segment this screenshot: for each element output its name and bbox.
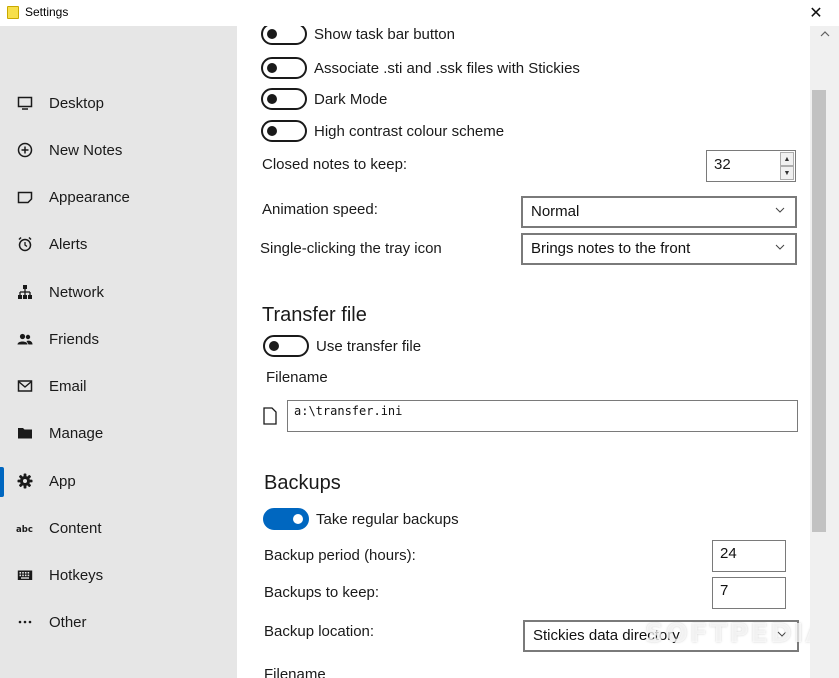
- selection-indicator: [0, 467, 4, 497]
- backup-filename-label: Filename: [264, 666, 326, 678]
- sidebar-item-label: Other: [49, 613, 87, 631]
- toggle-knob: [267, 63, 277, 73]
- chevron-down-icon: [777, 631, 787, 637]
- animation-speed-label: Animation speed:: [262, 201, 378, 218]
- backup-location-label: Backup location:: [264, 623, 375, 640]
- sidebar-item-label: Alerts: [49, 235, 88, 253]
- sidebar-item-label: Content: [49, 519, 102, 537]
- sidebar-item-hotkeys[interactable]: Hotkeys: [0, 555, 237, 595]
- sidebar-item-label: New Notes: [49, 141, 123, 159]
- sidebar-item-alerts[interactable]: Alerts: [0, 224, 237, 264]
- toggle-label: Show task bar button: [314, 26, 455, 43]
- scrollbar-thumb[interactable]: [812, 90, 826, 532]
- close-icon: ✕: [809, 5, 823, 22]
- chevron-down-icon: [775, 207, 785, 213]
- sidebar-item-label: App: [49, 472, 76, 490]
- tray-click-label: Single-clicking the tray icon: [260, 240, 442, 257]
- sidebar-item-label: Friends: [49, 330, 100, 348]
- chevron-down-icon: [775, 244, 785, 250]
- backup-period-label: Backup period (hours):: [264, 547, 416, 564]
- network-icon: [16, 283, 34, 301]
- sidebar-item-label: Network: [49, 283, 105, 301]
- sidebar-item-content[interactable]: abc Content: [0, 508, 237, 548]
- sidebar-item-desktop[interactable]: Desktop: [0, 83, 237, 123]
- sidebar-item-friends[interactable]: Friends: [0, 319, 237, 359]
- sidebar-item-label: Desktop: [49, 94, 105, 112]
- toggle-regular-backups[interactable]: [263, 508, 309, 530]
- sidebar-item-other[interactable]: Other: [0, 602, 237, 642]
- file-icon[interactable]: [263, 407, 277, 425]
- svg-text:abc: abc: [16, 525, 33, 534]
- vertical-scrollbar[interactable]: [810, 26, 839, 678]
- people-icon: [16, 330, 34, 348]
- toggle-knob: [293, 514, 303, 524]
- toggle-show-taskbar-button[interactable]: [261, 26, 307, 45]
- abc-icon: abc: [16, 519, 34, 537]
- toggle-label: Associate .sti and .ssk files with Stick…: [314, 60, 580, 77]
- note-icon: [16, 188, 34, 206]
- scroll-up-button[interactable]: [810, 26, 839, 42]
- monitor-icon: [16, 94, 34, 112]
- sidebar: Desktop New Notes Appearance Alerts Netw…: [0, 26, 237, 678]
- tray-click-value: Brings notes to the front: [531, 240, 691, 257]
- backups-to-keep-input[interactable]: 7: [712, 577, 786, 609]
- backup-location-select[interactable]: Stickies data directory: [523, 620, 799, 652]
- toggle-label: Use transfer file: [316, 338, 422, 355]
- sidebar-item-label: Email: [49, 377, 87, 395]
- toggle-associate-files[interactable]: [261, 57, 307, 79]
- title-bar: Settings ✕: [0, 0, 839, 26]
- toggle-knob: [267, 94, 277, 104]
- toggle-knob: [267, 126, 277, 136]
- folder-icon: [16, 424, 34, 442]
- mail-icon: [16, 377, 34, 395]
- sidebar-item-email[interactable]: Email: [0, 366, 237, 406]
- animation-speed-select[interactable]: Normal: [521, 196, 797, 228]
- sidebar-item-label: Appearance: [49, 188, 130, 206]
- backups-heading: Backups: [264, 472, 341, 494]
- toggle-label: Take regular backups: [316, 511, 459, 528]
- backup-period-input[interactable]: 24: [712, 540, 786, 572]
- stepper-down-button[interactable]: ▼: [780, 166, 794, 180]
- sidebar-item-appearance[interactable]: Appearance: [0, 177, 237, 217]
- backups-to-keep-label: Backups to keep:: [264, 584, 380, 601]
- close-button[interactable]: ✕: [793, 0, 839, 26]
- closed-notes-label: Closed notes to keep:: [262, 156, 408, 173]
- closed-notes-value: 32: [714, 156, 731, 173]
- closed-notes-stepper[interactable]: 32 ▲ ▼: [706, 150, 796, 182]
- sidebar-item-manage[interactable]: Manage: [0, 413, 237, 453]
- tray-click-select[interactable]: Brings notes to the front: [521, 233, 797, 265]
- sticky-note-app-icon: [7, 6, 19, 19]
- stepper-up-button[interactable]: ▲: [780, 152, 794, 166]
- toggle-use-transfer-file[interactable]: [263, 335, 309, 357]
- sidebar-item-label: Manage: [49, 424, 104, 442]
- sidebar-item-new-notes[interactable]: New Notes: [0, 130, 237, 170]
- toggle-knob: [269, 341, 279, 351]
- sidebar-item-app[interactable]: App: [0, 461, 237, 501]
- transfer-filename-input[interactable]: a:\transfer.ini: [287, 400, 798, 432]
- chevron-up-icon: [820, 31, 829, 37]
- toggle-dark-mode[interactable]: [261, 88, 307, 110]
- transfer-file-heading: Transfer file: [262, 304, 367, 326]
- keyboard-icon: [16, 566, 34, 584]
- transfer-filename-value: a:\transfer.ini: [294, 404, 403, 418]
- window-title: Settings: [25, 5, 69, 19]
- toggle-high-contrast[interactable]: [261, 120, 307, 142]
- backup-location-value: Stickies data directory: [533, 627, 680, 644]
- alarm-clock-icon: [16, 235, 34, 253]
- more-icon: [16, 613, 34, 631]
- toggle-knob: [267, 29, 277, 39]
- sidebar-item-label: Hotkeys: [49, 566, 104, 584]
- sidebar-item-network[interactable]: Network: [0, 272, 237, 312]
- animation-speed-value: Normal: [531, 203, 580, 220]
- toggle-label: High contrast colour scheme: [314, 123, 505, 140]
- settings-content: Show task bar button Associate .sti and …: [237, 26, 810, 678]
- transfer-filename-label: Filename: [266, 369, 328, 386]
- toggle-label: Dark Mode: [314, 91, 388, 108]
- gear-icon: [16, 472, 34, 490]
- plus-circle-icon: [16, 141, 34, 159]
